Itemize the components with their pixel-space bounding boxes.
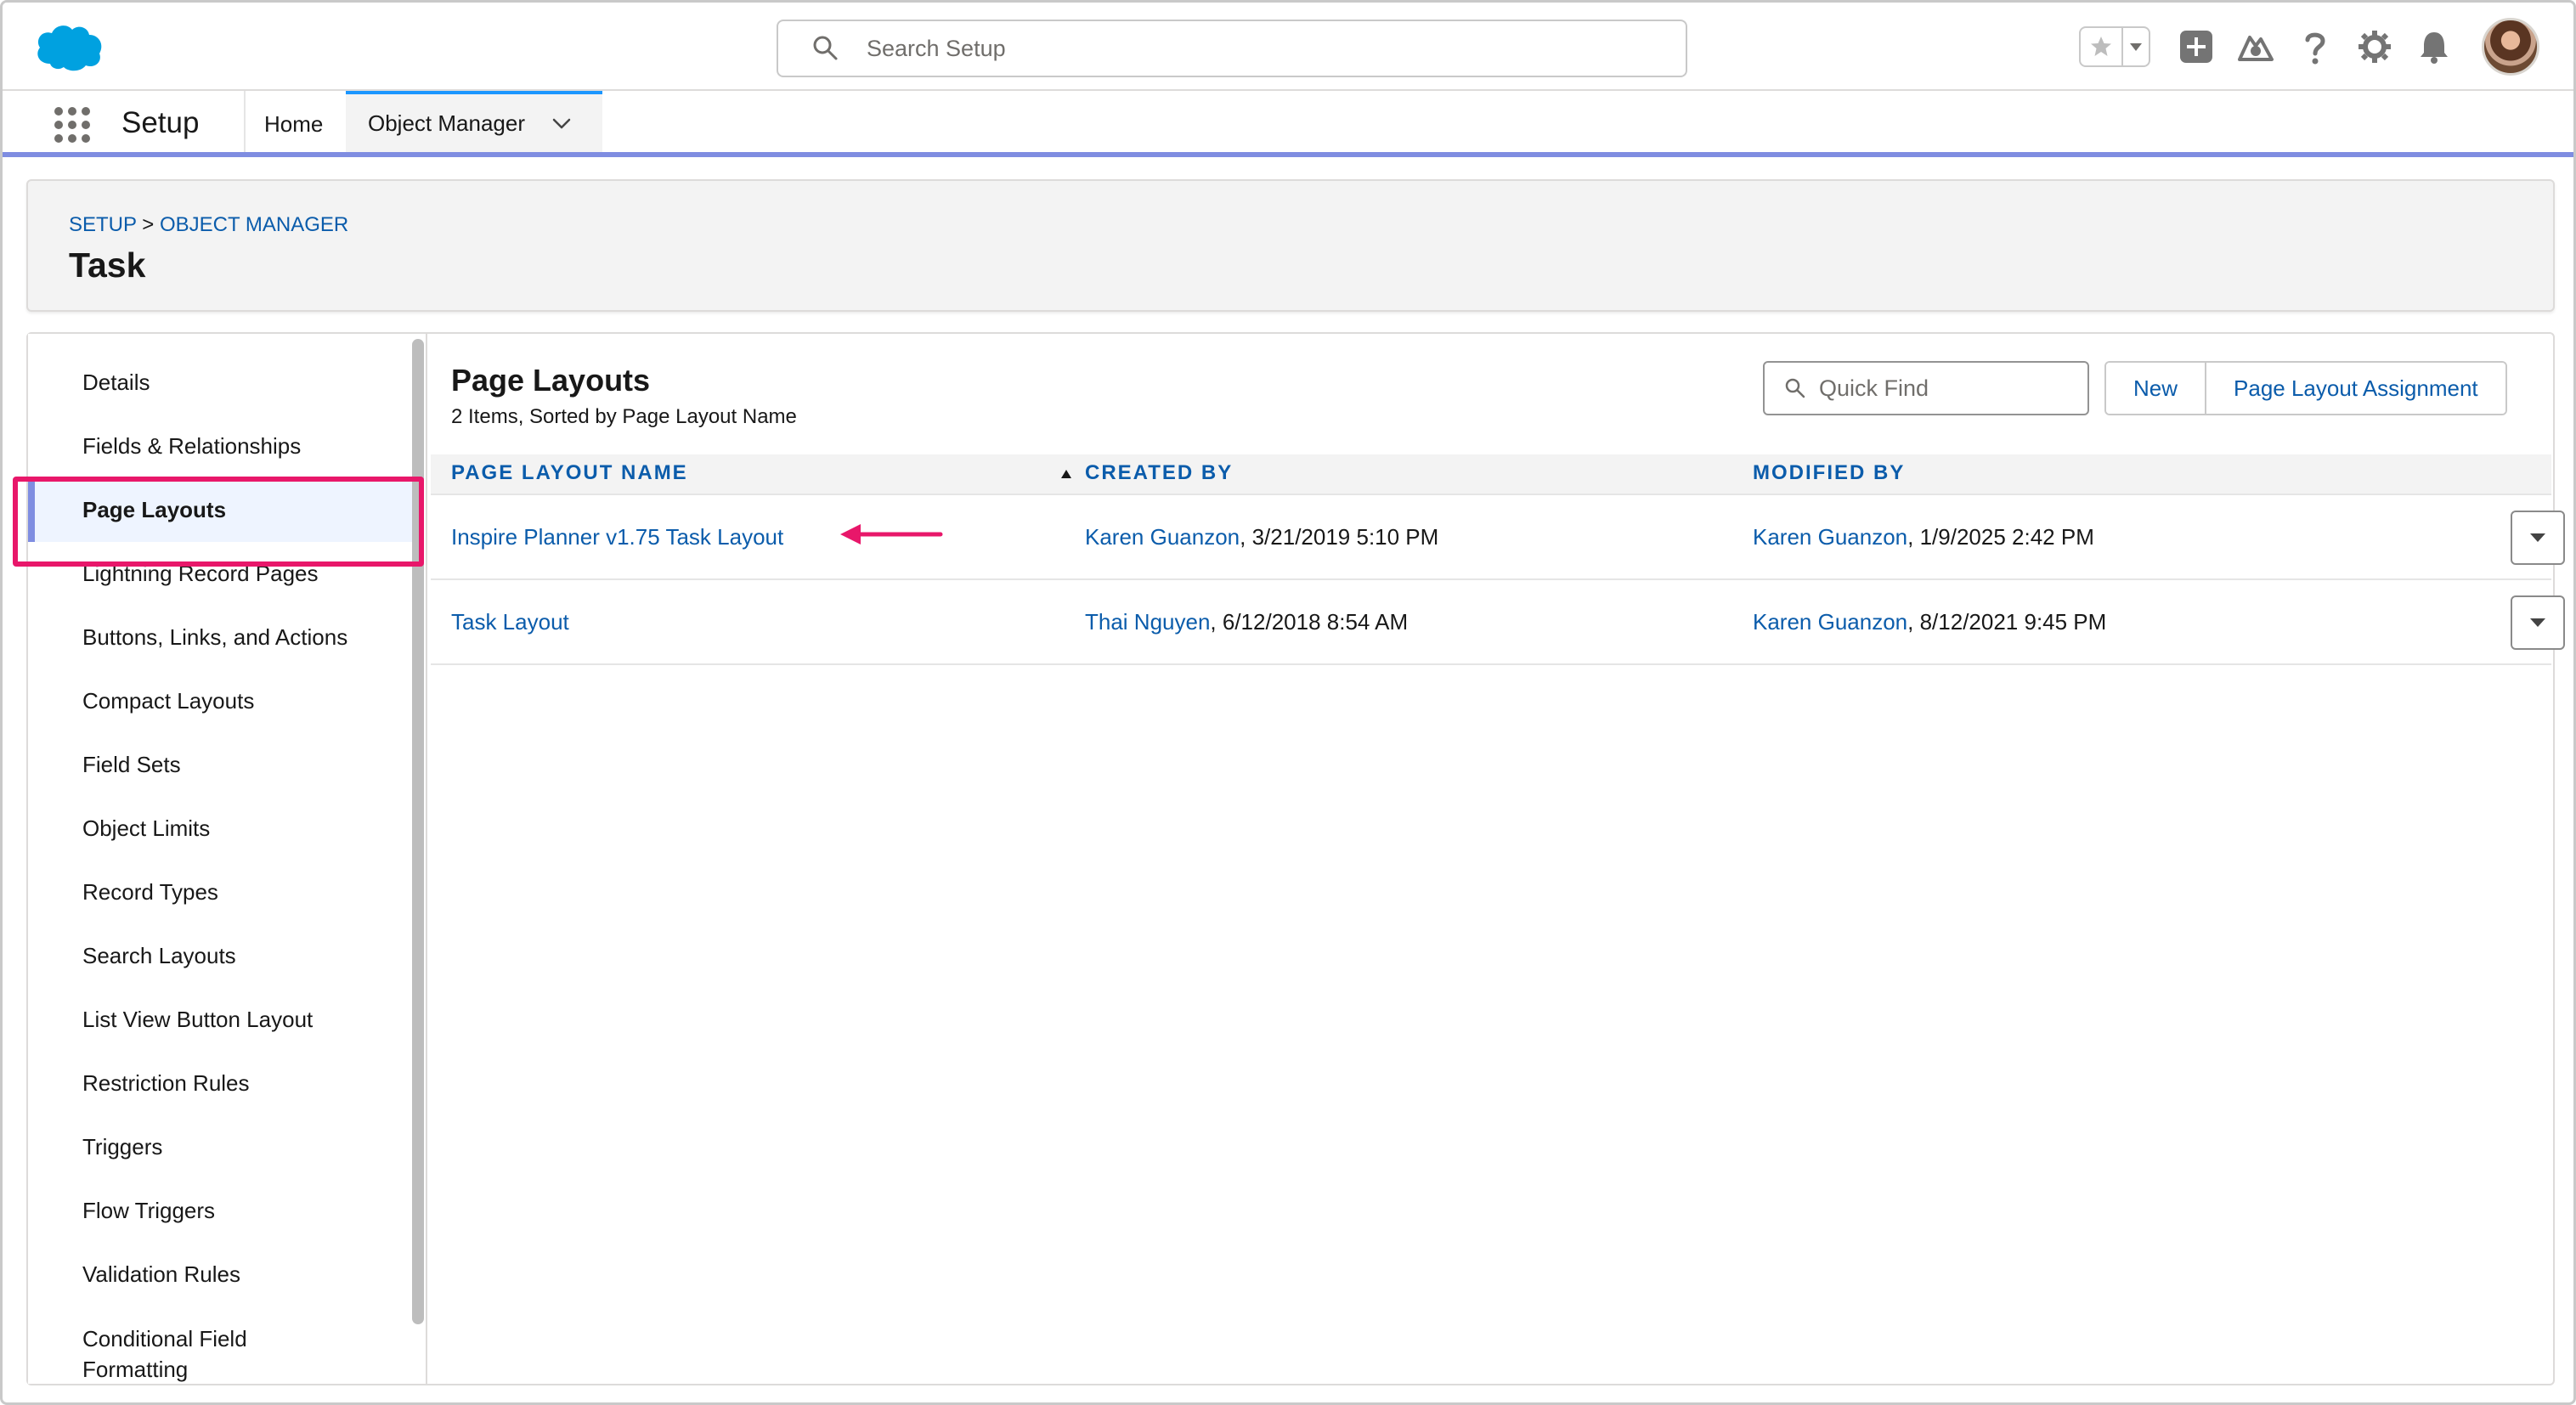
created-by-cell: Karen Guanzon, 3/21/2019 5:10 PM [1085, 524, 1438, 550]
favorites-button-group [2079, 26, 2150, 67]
created-by-user-link[interactable]: Thai Nguyen [1085, 609, 1210, 635]
breadcrumb-setup[interactable]: SETUP [69, 213, 137, 236]
sidebar-item-triggers[interactable]: Triggers [28, 1115, 412, 1179]
list-actions: New Page Layout Assignment [2104, 361, 2507, 415]
list-title: Page Layouts [451, 363, 651, 398]
trailhead-icon[interactable] [2235, 26, 2276, 67]
setup-search-box[interactable] [777, 20, 1687, 77]
sort-ascending-icon[interactable] [1059, 468, 1073, 480]
created-date: , 3/21/2019 5:10 PM [1240, 524, 1439, 550]
help-icon[interactable] [2295, 26, 2336, 67]
layout-name-link[interactable]: Inspire Planner v1.75 Task Layout [451, 524, 783, 550]
sidebar-item-record-types[interactable]: Record Types [28, 860, 412, 924]
list-subtitle: 2 Items, Sorted by Page Layout Name [451, 405, 797, 428]
sidebar-item-list-view-button-layout[interactable]: List View Button Layout [28, 988, 412, 1052]
setup-search-input[interactable] [867, 35, 1631, 62]
header-actions [2079, 16, 2539, 77]
avatar[interactable] [2482, 18, 2539, 76]
layout-name-link[interactable]: Task Layout [451, 609, 569, 635]
column-header-created-by[interactable]: CREATED BY [1085, 461, 1233, 485]
table-row: Inspire Planner v1.75 Task Layout Karen … [431, 497, 2565, 580]
nav-divider [244, 91, 246, 152]
table-header: PAGE LAYOUT NAME CREATED BY MODIFIED BY [431, 454, 2551, 495]
annotation-arrow [840, 524, 943, 545]
bell-icon[interactable] [2414, 26, 2455, 67]
window-frame: Setup Home Object Manager SETUP > OBJECT… [0, 0, 2576, 1405]
created-by-cell: Thai Nguyen, 6/12/2018 8:54 AM [1085, 609, 1408, 635]
object-detail-body: Details Fields & Relationships Page Layo… [26, 332, 2565, 1385]
modified-date: , 1/9/2025 2:42 PM [1907, 524, 2094, 550]
sidebar-scrollbar[interactable] [412, 339, 424, 1324]
plus-icon[interactable] [2176, 26, 2217, 67]
object-sidebar: Details Fields & Relationships Page Layo… [28, 334, 427, 1384]
sidebar-item-compact-layouts[interactable]: Compact Layouts [28, 669, 412, 733]
row-menu-icon[interactable] [2511, 511, 2565, 565]
breadcrumb-separator: > [142, 213, 155, 236]
gear-icon[interactable] [2354, 26, 2395, 67]
app-name: Setup [121, 106, 200, 139]
modified-by-cell: Karen Guanzon, 1/9/2025 2:42 PM [1753, 524, 2094, 550]
tab-object-manager-label: Object Manager [368, 110, 525, 136]
salesforce-cloud-logo[interactable] [31, 20, 106, 74]
quick-find-box[interactable] [1763, 361, 2089, 415]
modified-by-user-link[interactable]: Karen Guanzon [1753, 609, 1907, 635]
sidebar-item-buttons-links-actions[interactable]: Buttons, Links, and Actions [28, 606, 412, 669]
modified-by-cell: Karen Guanzon, 8/12/2021 9:45 PM [1753, 609, 2106, 635]
sidebar-item-field-sets[interactable]: Field Sets [28, 733, 412, 797]
app-navigation-bar: Setup Home Object Manager [3, 91, 2573, 157]
sidebar-item-lightning-record-pages[interactable]: Lightning Record Pages [28, 542, 412, 606]
sidebar-item-validation-rules[interactable]: Validation Rules [28, 1243, 412, 1306]
favorites-chevron-down-icon[interactable] [2123, 28, 2149, 65]
sidebar-item-conditional-field-formatting[interactable]: Conditional Field Formatting [28, 1306, 283, 1382]
page-layouts-panel: Page Layouts 2 Items, Sorted by Page Lay… [429, 334, 2565, 1384]
breadcrumb: SETUP > OBJECT MANAGER [69, 213, 348, 237]
new-button[interactable]: New [2106, 363, 2206, 414]
sidebar-item-details[interactable]: Details [28, 351, 412, 415]
modified-date: , 8/12/2021 9:45 PM [1907, 609, 2107, 635]
page-layout-assignment-button[interactable]: Page Layout Assignment [2205, 363, 2505, 414]
created-by-user-link[interactable]: Karen Guanzon [1085, 524, 1240, 550]
column-header-modified-by[interactable]: MODIFIED BY [1753, 461, 1905, 485]
sidebar-item-object-limits[interactable]: Object Limits [28, 797, 412, 860]
modified-by-user-link[interactable]: Karen Guanzon [1753, 524, 1907, 550]
created-date: , 6/12/2018 8:54 AM [1210, 609, 1409, 635]
page-title: Task [69, 245, 146, 285]
sidebar-item-page-layouts[interactable]: Page Layouts [28, 478, 412, 542]
sidebar-item-search-layouts[interactable]: Search Layouts [28, 924, 412, 988]
table-row: Task Layout Thai Nguyen, 6/12/2018 8:54 … [431, 582, 2565, 665]
waffle-icon[interactable] [54, 106, 91, 144]
star-icon[interactable] [2081, 28, 2123, 65]
tab-home[interactable]: Home [264, 111, 323, 138]
sidebar-item-fields-relationships[interactable]: Fields & Relationships [28, 415, 412, 478]
search-icon [1785, 378, 1805, 398]
sidebar-item-flow-triggers[interactable]: Flow Triggers [28, 1179, 412, 1243]
breadcrumb-object-manager[interactable]: OBJECT MANAGER [160, 213, 348, 236]
search-icon [813, 36, 838, 60]
sidebar-item-restriction-rules[interactable]: Restriction Rules [28, 1052, 412, 1115]
global-header [3, 3, 2573, 91]
page-header: SETUP > OBJECT MANAGER Task [26, 179, 2555, 312]
row-menu-icon[interactable] [2511, 595, 2565, 650]
quick-find-input[interactable] [1819, 375, 2074, 402]
column-header-page-layout-name[interactable]: PAGE LAYOUT NAME [451, 461, 688, 485]
chevron-down-icon[interactable] [551, 112, 573, 134]
tab-object-manager[interactable]: Object Manager [346, 91, 602, 152]
